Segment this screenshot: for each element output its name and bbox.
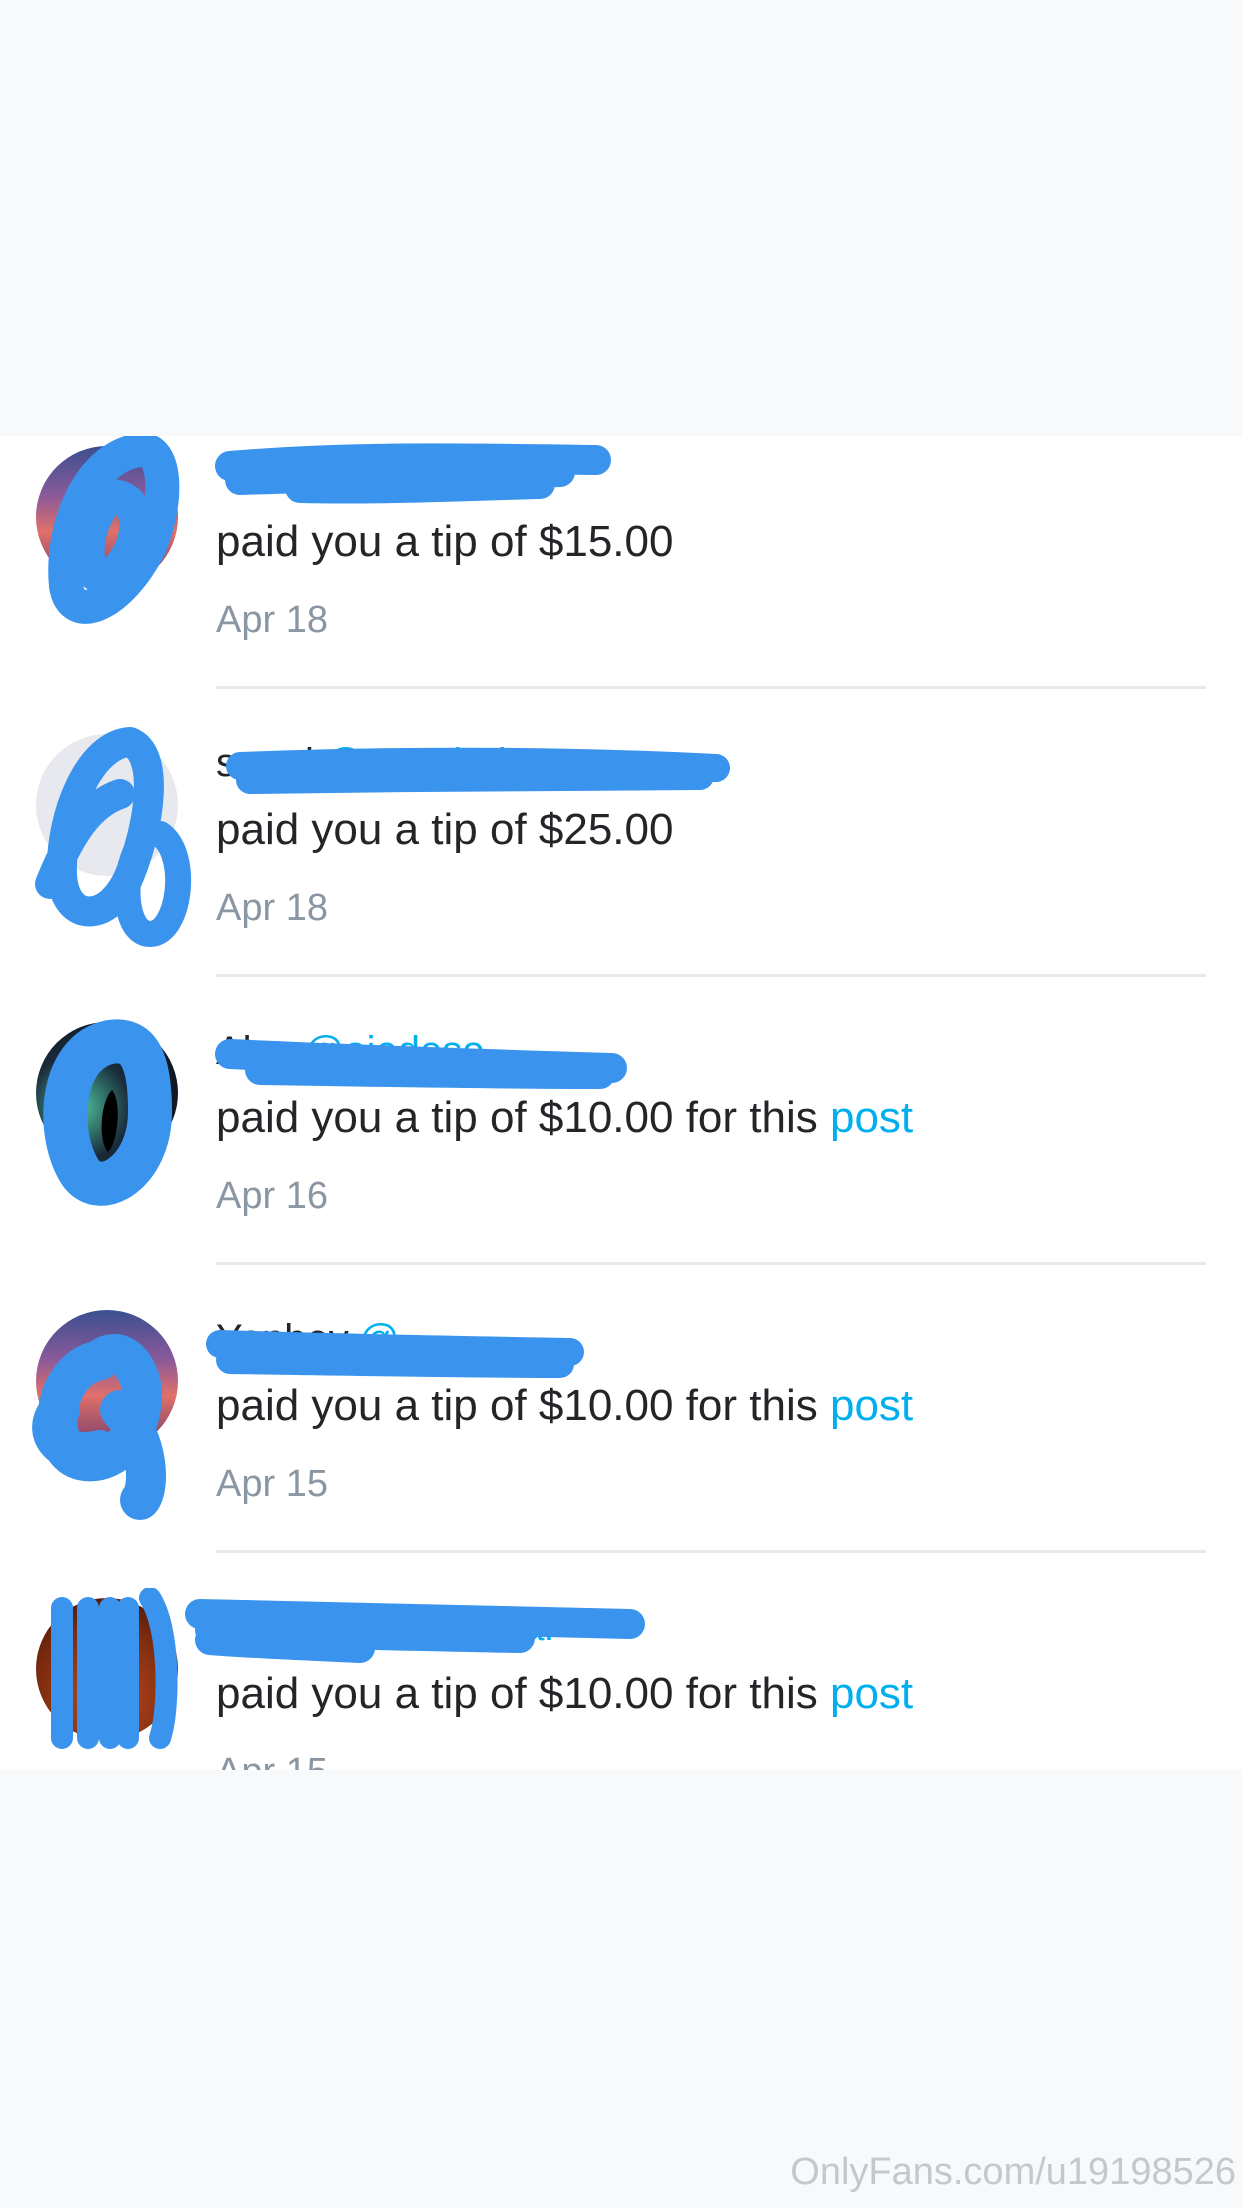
notification-date: Apr 16 [216, 1175, 328, 1217]
user-name[interactable]: Yanbey [216, 453, 349, 497]
user-name-line[interactable]: Alex @ajedeso [216, 1026, 485, 1076]
user-name-line[interactable]: Yanbey @ [216, 1314, 399, 1364]
avatar[interactable] [36, 734, 178, 876]
user-name[interactable]: Alex [216, 1029, 294, 1073]
post-link[interactable]: post [830, 1093, 913, 1142]
notification-item[interactable]: spryd @sprydude paid you a tip of $25.00 … [0, 724, 1242, 1012]
tip-message: paid you a tip of $10.00 for this post [216, 1090, 913, 1146]
tip-message: paid you a tip of $10.00 for this post [216, 1666, 913, 1722]
notification-date: Apr 15 [216, 1463, 328, 1505]
avatar[interactable] [36, 446, 178, 588]
user-name-line[interactable]: Adam @adamincal [216, 1602, 553, 1652]
user-name[interactable]: Adam [216, 1605, 321, 1649]
user-handle[interactable]: @ [359, 1317, 400, 1361]
notification-item[interactable]: Alex @ajedeso paid you a tip of $10.00 fo… [0, 1012, 1242, 1300]
watermark: OnlyFans.com/u19198526 [790, 2151, 1236, 2193]
tip-message-text: paid you a tip of $10.00 for this [216, 1381, 818, 1430]
notification-item[interactable]: Adam @adamincal paid you a tip of $10.00 … [0, 1588, 1242, 1770]
user-handle[interactable]: @sprydude [324, 741, 529, 785]
tip-message: paid you a tip of $15.00 [216, 514, 673, 570]
tip-message: paid you a tip of $25.00 [216, 802, 673, 858]
tip-message-text: paid you a tip of $10.00 for this [216, 1093, 818, 1142]
divider [216, 1262, 1206, 1265]
redaction-scribble [43, 1019, 627, 1206]
tip-message-text: paid you a tip of $25.00 [216, 805, 674, 854]
tip-message-text: paid you a tip of $15.00 [216, 517, 674, 566]
notifications-list: Yanbey paid you a tip of $15.00 Apr 18 s… [0, 436, 1242, 1770]
post-link[interactable]: post [830, 1381, 913, 1430]
top-blank-area [0, 0, 1242, 436]
notification-item[interactable]: Yanbey @ paid you a tip of $10.00 for thi… [0, 1300, 1242, 1588]
notification-date: Apr 18 [216, 599, 328, 641]
divider [216, 974, 1206, 977]
divider [216, 686, 1206, 689]
avatar[interactable] [36, 1598, 178, 1740]
bottom-blank-area: OnlyFans.com/u19198526 [0, 1770, 1242, 2208]
redaction-scribble [32, 1330, 584, 1520]
divider [216, 1550, 1206, 1553]
user-name-line[interactable]: spryd @sprydude [216, 738, 529, 788]
post-link[interactable]: post [830, 1669, 913, 1718]
redaction-scribble [35, 727, 730, 947]
user-name-line[interactable]: Yanbey [216, 450, 359, 500]
user-handle[interactable]: @ajedeso [304, 1029, 485, 1073]
notification-date: Apr 15 [216, 1748, 328, 1770]
redaction-scribble [48, 436, 611, 624]
avatar[interactable] [36, 1022, 178, 1164]
notification-item[interactable]: Yanbey paid you a tip of $15.00 Apr 18 [0, 436, 1242, 724]
tip-message: paid you a tip of $10.00 for this post [216, 1378, 913, 1434]
user-handle[interactable]: @adamincal [331, 1605, 554, 1649]
user-name[interactable]: spryd [216, 741, 314, 785]
avatar[interactable] [36, 1310, 178, 1452]
notification-date: Apr 18 [216, 887, 328, 929]
tip-message-text: paid you a tip of $10.00 for this [216, 1669, 818, 1718]
user-name[interactable]: Yanbey [216, 1317, 349, 1361]
